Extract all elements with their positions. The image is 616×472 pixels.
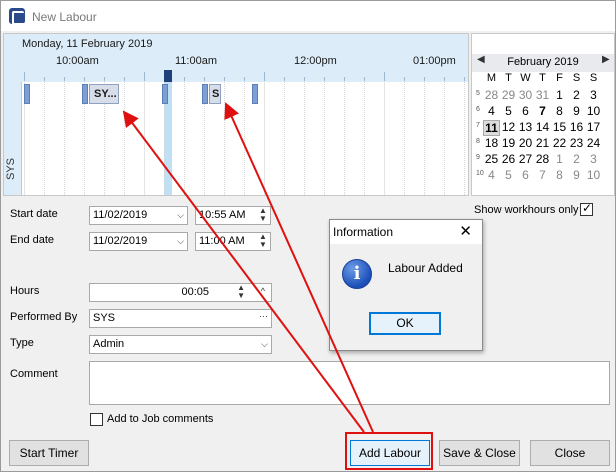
annotation-arrows — [122, 102, 374, 433]
arrow-to-first-appointment — [122, 110, 365, 433]
arrow-to-second-appointment — [224, 102, 374, 433]
